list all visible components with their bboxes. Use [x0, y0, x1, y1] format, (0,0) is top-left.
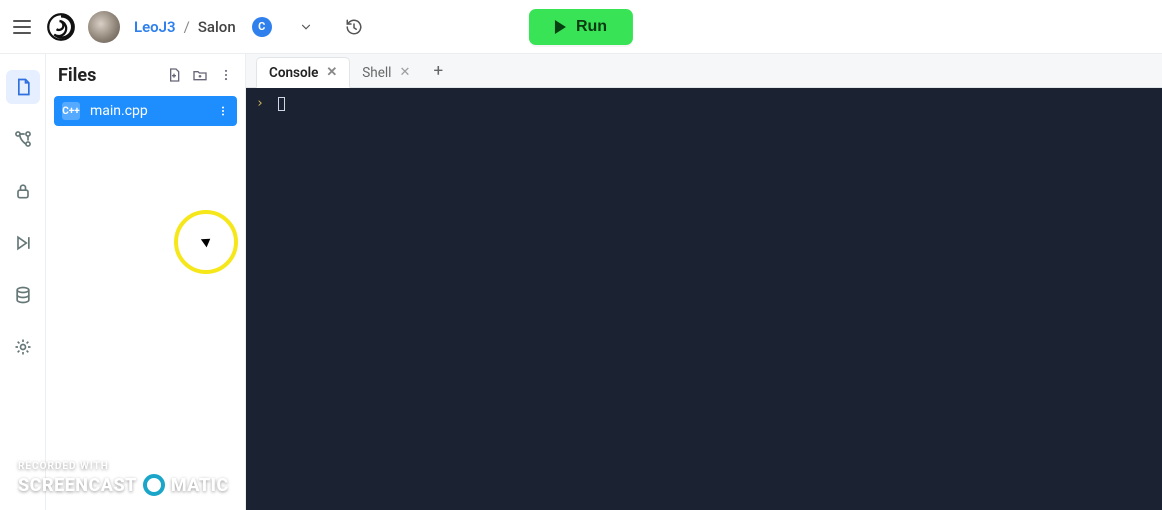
side-toolbar	[0, 54, 46, 510]
tab-close-console[interactable]: ✕	[326, 65, 337, 80]
cursor-pointer-icon	[201, 235, 213, 248]
new-folder-icon	[192, 67, 208, 83]
main-area: Console ✕ Shell ✕ + ›	[246, 54, 1162, 510]
watermark-donut-icon	[143, 474, 165, 496]
vertical-dots-icon	[217, 105, 229, 117]
vertical-dots-icon	[219, 68, 233, 82]
file-more-button[interactable]	[217, 105, 229, 117]
vcs-icon	[13, 129, 33, 149]
console-output[interactable]: ›	[246, 88, 1162, 510]
watermark-brand-right: MATIC	[171, 475, 229, 496]
new-folder-button[interactable]	[191, 66, 209, 84]
recording-watermark: RECORDED WITH SCREENCAST MATIC	[18, 461, 229, 496]
settings-tool[interactable]	[6, 330, 40, 364]
app-header: LeoJ3 / Salon C Run	[0, 0, 1162, 54]
play-step-icon	[13, 233, 33, 253]
project-menu-button[interactable]	[292, 13, 320, 41]
add-tab-button[interactable]: +	[422, 54, 454, 87]
database-icon	[13, 285, 33, 305]
vcs-tool[interactable]	[6, 122, 40, 156]
breadcrumb-separator: /	[184, 18, 190, 36]
console-caret	[278, 97, 285, 111]
new-file-icon	[166, 67, 182, 83]
run-button-label: Run	[576, 18, 607, 36]
avatar[interactable]	[88, 11, 120, 43]
file-name: main.cpp	[90, 103, 207, 119]
files-header: Files	[46, 54, 245, 96]
tab-label: Console	[269, 65, 318, 81]
breadcrumb: LeoJ3 / Salon C	[134, 13, 368, 41]
new-file-button[interactable]	[165, 66, 183, 84]
files-panel: Files C++ main.cpp	[46, 54, 246, 510]
project-name[interactable]: Salon	[198, 18, 236, 36]
watermark-line1: RECORDED WITH	[18, 461, 229, 472]
files-tool[interactable]	[6, 70, 40, 104]
secrets-tool[interactable]	[6, 174, 40, 208]
language-badge: C	[252, 17, 272, 37]
play-icon	[555, 20, 566, 34]
history-button[interactable]	[340, 13, 368, 41]
file-item-main-cpp[interactable]: C++ main.cpp	[54, 96, 237, 126]
spiral-icon	[46, 12, 76, 42]
app-logo[interactable]	[44, 10, 78, 44]
tab-label: Shell	[362, 65, 391, 81]
chevron-down-icon	[299, 20, 313, 34]
play-step-tool[interactable]	[6, 226, 40, 260]
app-body: Files C++ main.cpp	[0, 54, 1162, 510]
cpp-file-icon: C++	[62, 102, 80, 120]
tab-shell[interactable]: Shell ✕	[350, 58, 422, 87]
file-icon	[13, 77, 33, 97]
output-tabbar: Console ✕ Shell ✕ +	[246, 54, 1162, 88]
cursor-highlight-ring	[174, 210, 238, 274]
history-icon	[345, 18, 363, 36]
user-link[interactable]: LeoJ3	[134, 18, 176, 36]
files-title: Files	[58, 65, 96, 86]
tab-close-shell[interactable]: ✕	[399, 65, 410, 80]
gear-icon	[13, 337, 33, 357]
console-prompt: ›	[256, 96, 264, 111]
files-more-button[interactable]	[217, 66, 235, 84]
plus-icon: +	[434, 61, 444, 81]
run-button[interactable]: Run	[529, 9, 633, 45]
tab-console[interactable]: Console ✕	[256, 57, 350, 88]
watermark-brand-left: SCREENCAST	[18, 475, 137, 496]
database-tool[interactable]	[6, 278, 40, 312]
menu-button[interactable]	[8, 13, 36, 41]
lock-icon	[13, 181, 33, 201]
